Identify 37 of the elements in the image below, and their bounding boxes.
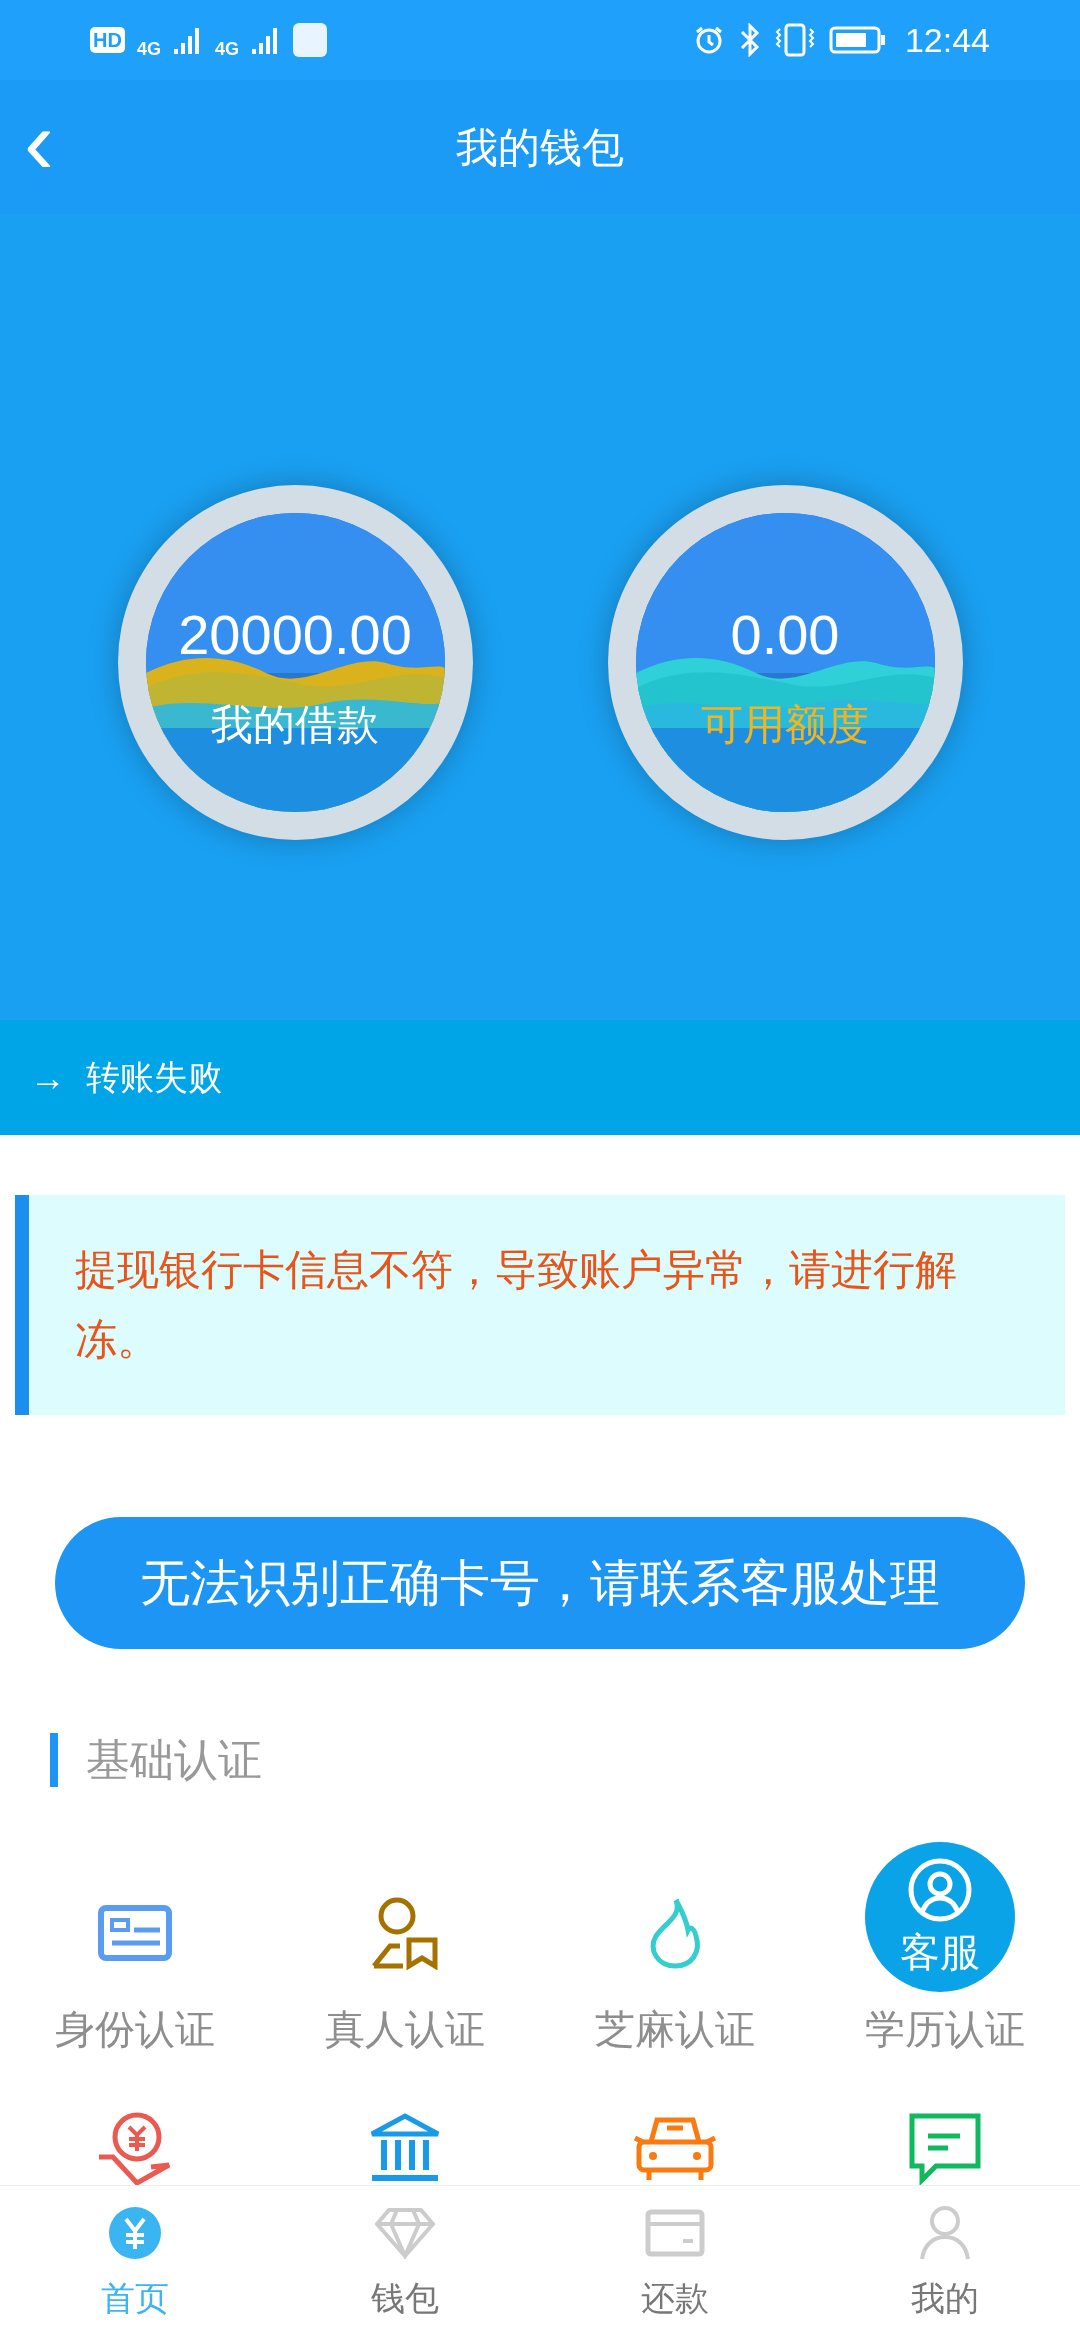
yen-icon	[107, 2204, 163, 2261]
vibrate-icon	[774, 23, 815, 57]
nav-tab[interactable]: 首页	[0, 2186, 270, 2340]
section-accent-bar	[50, 1733, 58, 1787]
verification-label[interactable]: 身份认证	[55, 1999, 215, 2059]
card-icon	[645, 2208, 705, 2257]
nav-tab[interactable]: 还款	[540, 2186, 810, 2340]
status-text: 转账失败	[86, 1057, 222, 1098]
page-title: 我的钱包	[456, 123, 624, 173]
network-type: 4G	[214, 39, 239, 59]
balance-amount: 0.00	[729, 602, 841, 668]
balance-label: 我的借款	[210, 700, 380, 750]
notification-icon	[292, 23, 327, 57]
verification-label[interactable]: 真人认证	[325, 1999, 485, 2059]
verification-label[interactable]: 芝麻认证	[595, 1999, 755, 2059]
balance-label: 可用额度	[700, 700, 870, 750]
nav-tab[interactable]: 钱包	[270, 2186, 540, 2340]
contact-service-button[interactable]: 无法识别正确卡号，请联系客服处理	[55, 1517, 1025, 1649]
nav-tab[interactable]: 我的	[810, 2186, 1080, 2340]
balance-amount: 20000.00	[177, 602, 413, 668]
back-button[interactable]: ‹	[24, 92, 54, 192]
battery-icon	[828, 25, 887, 55]
user-icon	[907, 1857, 973, 1923]
verification-label[interactable]: 学历认证	[865, 1999, 1025, 2059]
person-icon	[371, 1896, 439, 1970]
notice-text: 提现银行卡信息不符，导致账户异常，请进行解冻。	[75, 1245, 958, 1365]
chat-icon	[908, 2112, 982, 2185]
bluetooth-icon	[738, 23, 761, 57]
user-icon	[919, 2204, 971, 2261]
customer-service-button[interactable]: 客服	[865, 1842, 1015, 1992]
hd-indicator: HD	[90, 27, 125, 53]
clock-time: 12:44	[904, 19, 990, 61]
section-title: 基础认证	[86, 1734, 262, 1786]
arrow-glyph: →	[30, 1055, 66, 1100]
id-card-icon	[98, 1905, 172, 1961]
network-type: 4G	[136, 39, 161, 59]
diamond-icon	[375, 2206, 435, 2259]
